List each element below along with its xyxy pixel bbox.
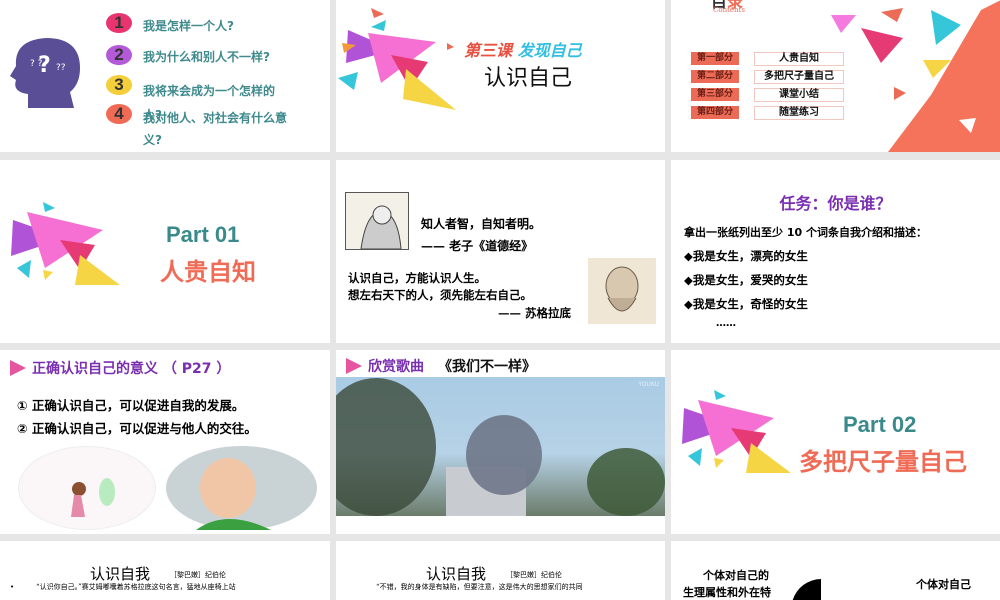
bullet-item: ◆我是女生，漂亮的女生: [684, 249, 808, 263]
body-text: “不错，我的身体是有缺陷，但要注意，这是伟大的思想家们的共同: [376, 583, 583, 591]
triangles-decoration: [831, 0, 1000, 152]
triangles-decoration: [11, 202, 120, 285]
toc-part-tag: 第三部分: [691, 88, 739, 101]
video-watermark: YOUKU: [638, 381, 659, 388]
quote-source: —— 老子《道德经》: [421, 239, 534, 253]
part-title: 多把尺子量自己: [799, 448, 967, 476]
triangles-decoration: [682, 390, 791, 473]
bullet-item: ◆我是女生，爱哭的女生: [684, 273, 808, 287]
baby-photo: [166, 446, 317, 530]
cartoon-illustration: [18, 446, 156, 530]
slide-title: 认识自我: [426, 565, 487, 583]
lesson-number: 第三课: [464, 41, 513, 60]
question-text: 我是怎样一个人?: [143, 19, 234, 33]
slide-thumbnail-4[interactable]: Part 01 人贵自知: [0, 160, 330, 343]
slide-thumbnail-7[interactable]: 正确认识自己的意义 （ P27 ） ① 正确认识自己，可以促进自我的发展。 ② …: [0, 350, 330, 534]
part-number: Part 02: [843, 412, 917, 437]
quote-text: 认识自己，方能认识人生。: [348, 271, 486, 285]
number-badge: 1: [106, 13, 132, 33]
quote-source: —— 苏格拉底: [498, 306, 572, 320]
slide-title: 认识自己: [484, 66, 573, 91]
question-text: 我对他人、对社会有什么意义?: [143, 111, 288, 147]
part-number: Part 01: [166, 222, 240, 247]
half-circle-graphic: [792, 579, 821, 600]
slide-thumbnail-12[interactable]: 个体对自己的 生理属性和外在特 个体对自己: [671, 541, 1000, 600]
body-text: 个体对自己的: [703, 569, 769, 582]
toc-item: 随堂练习: [754, 106, 844, 120]
svg-text:??: ??: [56, 63, 66, 73]
quote-text: 知人者智，自知者明。: [421, 217, 542, 231]
toc-item: 人贵自知: [754, 52, 844, 66]
point-text: ① 正确认识自己，可以促进自我的发展。: [17, 398, 245, 413]
slide-title: 任务：你是谁？: [779, 194, 892, 213]
toc-item: 多把尺子量自己: [754, 70, 844, 84]
slide-thumbnail-11[interactable]: 认识自我 ［黎巴嫩］纪伯伦 “不错，我的身体是有缺陷，但要注意，这是伟大的思想家…: [336, 541, 665, 600]
slide-thumbnail-9[interactable]: Part 02 多把尺子量自己: [671, 350, 1000, 534]
section-label: 欣赏歌曲: [368, 359, 424, 375]
toc-item: 课堂小结: [754, 88, 844, 102]
number-badge: 4: [106, 104, 132, 124]
play-arrow-icon: [10, 360, 26, 376]
slide-thumbnail-5[interactable]: 知人者智，自知者明。 —— 老子《道德经》 认识自己，方能认识人生。 想左右天下…: [336, 160, 665, 343]
play-arrow-icon: [346, 358, 362, 374]
slide-thumbnail-2[interactable]: 第三课 发现自己 认识自己: [336, 0, 665, 152]
bullet-dot: •: [10, 583, 15, 591]
triangles-decoration: [338, 8, 456, 110]
slide-thumbnail-3[interactable]: 目录 Contents 第一部分 第二部分 第三部分 第四部分 人贵自知 多把尺…: [671, 0, 1000, 152]
lesson-subtitle: 发现自己: [517, 41, 582, 60]
bullet-item: ◆我是女生，奇怪的女生: [684, 297, 808, 311]
video-frame[interactable]: YOUKU: [336, 377, 665, 516]
song-title: 《我们不一样》: [438, 359, 536, 375]
task-intro: 拿出一张纸列出至少 10 个词条自我介绍和描述：: [684, 226, 927, 239]
slide-thumbnail-6[interactable]: 任务：你是谁？ 拿出一张纸列出至少 10 个词条自我介绍和描述： ◆我是女生，漂…: [671, 160, 1000, 343]
number-badge: 2: [106, 45, 132, 65]
slide-thumbnail-1[interactable]: ?? ??? 1 2 3 4 我是怎样一个人? 我为什么和别人不一样? 我将来会…: [0, 0, 330, 152]
slide-thumbnail-8[interactable]: 欣赏歌曲 《我们不一样》 YOUKU: [336, 350, 665, 534]
body-text: 生理属性和外在特: [683, 586, 771, 599]
point-text: ② 正确认识自己，可以促进与他人的交往。: [17, 421, 257, 436]
author-label: ［黎巴嫩］纪伯伦: [506, 571, 562, 579]
socrates-portrait: [588, 258, 656, 324]
toc-part-tag: 第四部分: [691, 106, 739, 119]
svg-text:? ?: ? ?: [30, 59, 43, 69]
slide-header: 欣赏歌曲 《我们不一样》: [346, 356, 536, 376]
question-text: 我为什么和别人不一样?: [143, 50, 270, 64]
lesson-heading: 第三课 发现自己: [464, 37, 582, 61]
body-text: 个体对自己: [916, 578, 971, 591]
author-label: ［黎巴嫩］纪伯伦: [170, 571, 226, 579]
slide-title: 正确认识自己的意义 （ P27 ）: [32, 361, 231, 377]
toc-part-tag: 第二部分: [691, 70, 739, 83]
slide-title: 认识自我: [90, 565, 151, 583]
thinking-head-icon: ?? ???: [10, 38, 80, 108]
toc-part-tag: 第一部分: [691, 52, 739, 65]
part-title: 人贵自知: [160, 258, 256, 286]
quote-text: 想左右天下的人，须先能左右自己。: [348, 288, 532, 302]
slide-thumbnail-10[interactable]: 认识自我 ［黎巴嫩］纪伯伦 • “认识你自己。”赛艾姆嘟囔着苏格拉底这句名言，猛…: [0, 541, 330, 600]
laozi-portrait: [345, 192, 409, 250]
number-badge: 3: [106, 75, 132, 95]
body-text: “认识你自己。”赛艾姆嘟囔着苏格拉底这句名言，猛地从座椅上站: [36, 583, 236, 591]
ellipsis: ……: [716, 318, 736, 329]
slide-header: 正确认识自己的意义 （ P27 ）: [10, 358, 230, 378]
contents-label: Contents: [713, 6, 745, 14]
